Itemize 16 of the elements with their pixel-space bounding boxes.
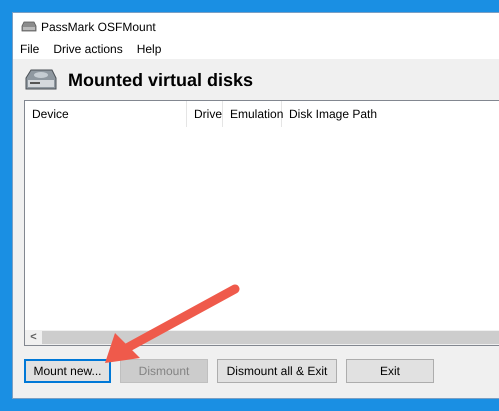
disk-drive-icon xyxy=(24,68,58,92)
scrollbar-thumb[interactable] xyxy=(42,331,499,344)
disk-drive-icon xyxy=(21,21,37,33)
window-title: PassMark OSFMount xyxy=(41,19,156,36)
dialog-button[interactable]: Dismount all & Exit xyxy=(217,359,337,383)
column-header[interactable]: Emulation xyxy=(223,101,282,127)
dialog-button[interactable]: Mount new... xyxy=(24,359,111,383)
column-header[interactable]: Device xyxy=(25,101,187,127)
menu-item[interactable]: Drive actions xyxy=(53,41,123,59)
column-header[interactable]: Drive xyxy=(187,101,223,127)
menu-item[interactable]: Help xyxy=(136,41,162,59)
scroll-left-button[interactable]: < xyxy=(25,330,42,345)
column-header[interactable]: Disk Image Path xyxy=(282,101,499,127)
section-heading: Mounted virtual disks xyxy=(68,68,254,92)
menu-item[interactable]: File xyxy=(20,41,40,59)
dialog-button[interactable]: Exit xyxy=(346,359,434,383)
